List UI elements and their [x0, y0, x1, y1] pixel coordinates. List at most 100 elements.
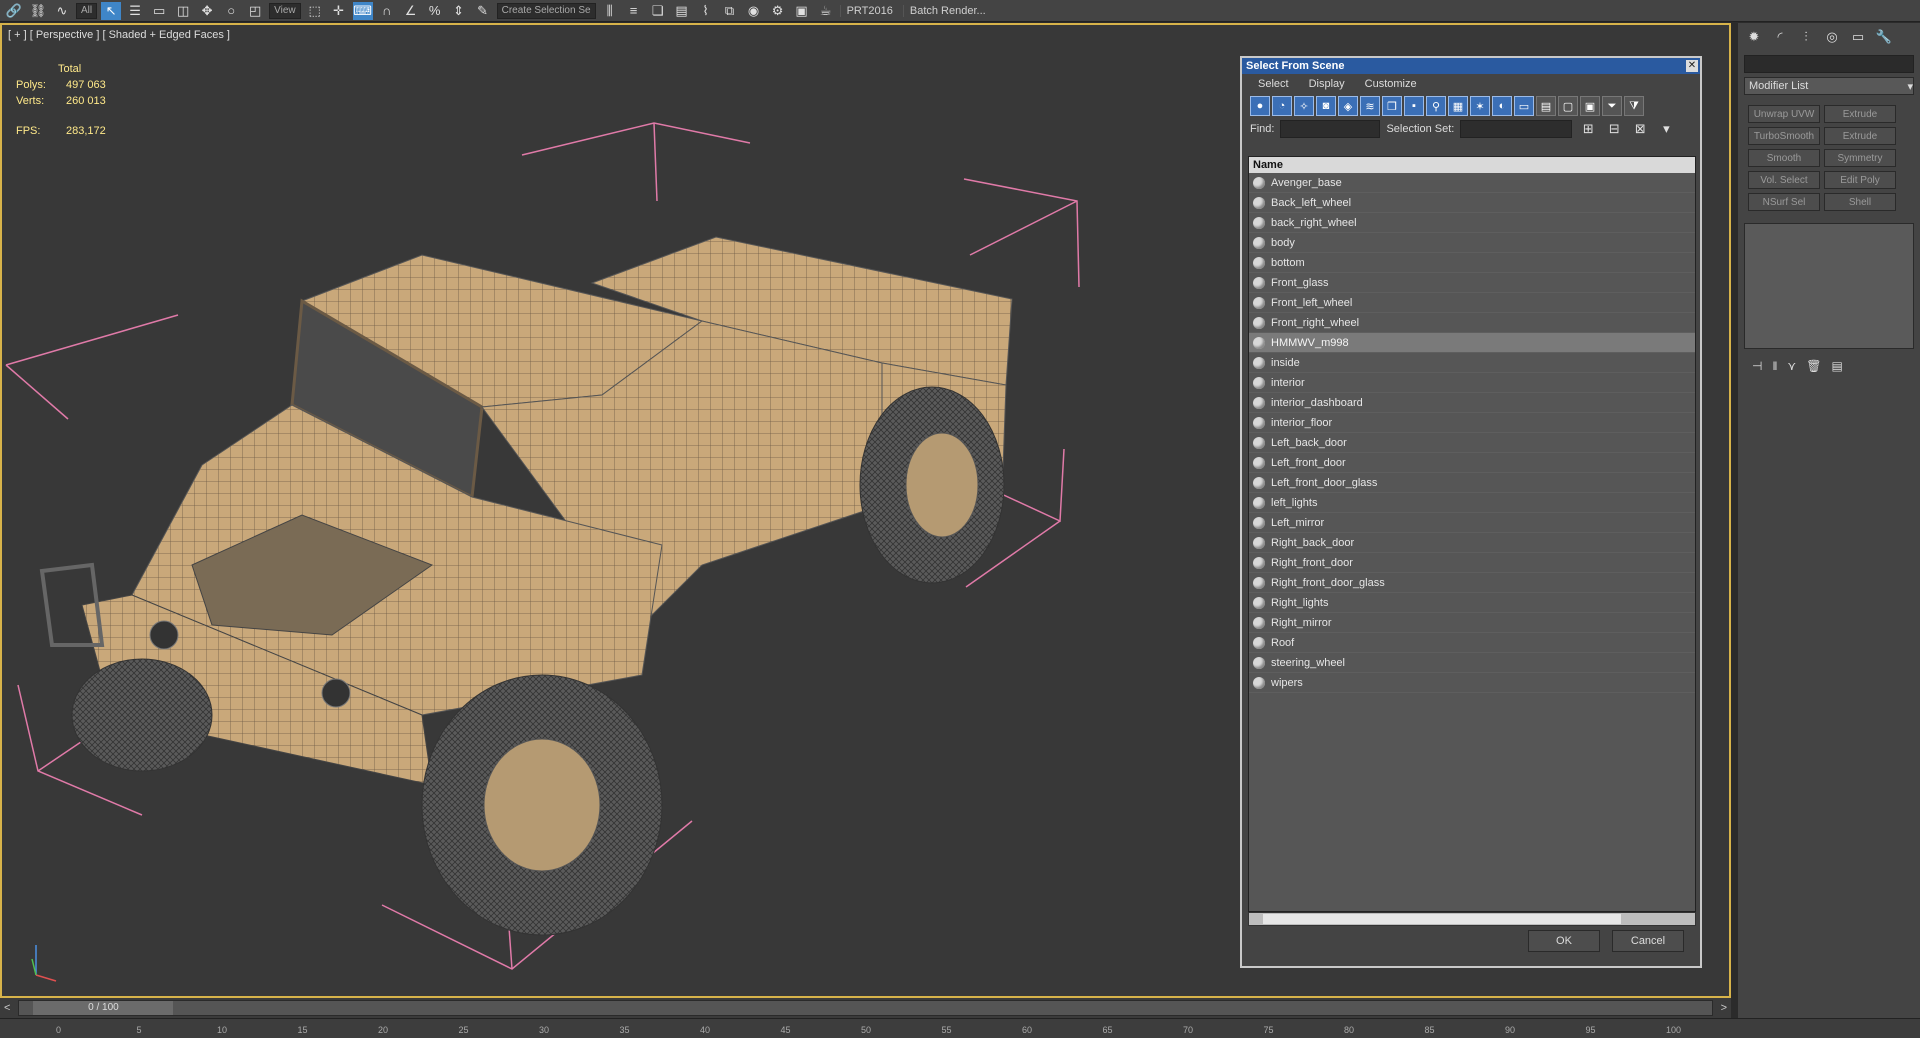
list-item[interactable]: Left_front_door_glass: [1249, 473, 1695, 493]
create-tab-icon[interactable]: ✹: [1744, 27, 1764, 47]
rect-selection-icon[interactable]: ▭: [149, 2, 169, 20]
modifier-button[interactable]: Shell: [1824, 193, 1896, 211]
bones-filter-icon[interactable]: ⚲: [1426, 96, 1446, 116]
xrefs-filter-icon[interactable]: ▪: [1404, 96, 1424, 116]
cameras-filter-icon[interactable]: ◙: [1316, 96, 1336, 116]
material-editor-icon[interactable]: ◉: [744, 2, 764, 20]
make-unique-icon[interactable]: ⋎: [1787, 359, 1796, 373]
list-item[interactable]: Left_back_door: [1249, 433, 1695, 453]
list-item[interactable]: Right_mirror: [1249, 613, 1695, 633]
object-name-field[interactable]: [1744, 55, 1914, 73]
modifier-button[interactable]: Vol. Select: [1748, 171, 1820, 189]
column-header-name[interactable]: Name: [1249, 157, 1695, 173]
manipulate-icon[interactable]: ✛: [329, 2, 349, 20]
render-setup-icon[interactable]: ⚙: [768, 2, 788, 20]
ok-button[interactable]: OK: [1528, 930, 1600, 952]
time-slider-thumb[interactable]: 0 / 100: [33, 1001, 174, 1015]
containers-filter-icon[interactable]: ▦: [1448, 96, 1468, 116]
hmmwv-model[interactable]: [39, 236, 1013, 936]
batch-render-label[interactable]: Batch Render...: [902, 4, 992, 17]
move-icon[interactable]: ✥: [197, 2, 217, 20]
named-selection-dropdown[interactable]: Create Selection Se: [496, 2, 596, 19]
list-item[interactable]: interior: [1249, 373, 1695, 393]
list-item[interactable]: HMMWV_m998: [1249, 333, 1695, 353]
show-end-result-icon[interactable]: ‖: [1772, 359, 1777, 373]
list-item[interactable]: Right_lights: [1249, 593, 1695, 613]
list-item[interactable]: back_right_wheel: [1249, 213, 1695, 233]
modifier-button[interactable]: Smooth: [1748, 149, 1820, 167]
selection-filter-dropdown[interactable]: All: [76, 2, 98, 19]
list-item[interactable]: bottom: [1249, 253, 1695, 273]
modifier-list-dropdown[interactable]: Modifier List ▾: [1744, 77, 1914, 95]
menu-customize[interactable]: Customize: [1365, 78, 1417, 90]
menu-display[interactable]: Display: [1309, 78, 1345, 90]
selection-set-add-icon[interactable]: ⊞: [1578, 120, 1598, 138]
modifier-stack[interactable]: [1744, 223, 1914, 349]
display-none-icon[interactable]: ▤: [1536, 96, 1556, 116]
geometry-filter-icon[interactable]: ●: [1250, 96, 1270, 116]
prt-label[interactable]: PRT2016: [839, 4, 899, 17]
close-icon[interactable]: ✕: [1686, 60, 1698, 72]
hidden-filter-icon[interactable]: ◐: [1492, 96, 1512, 116]
time-slider-track[interactable]: 0 / 100: [18, 1000, 1713, 1016]
motion-tab-icon[interactable]: ◎: [1822, 27, 1842, 47]
remove-modifier-icon[interactable]: 🗑: [1806, 359, 1821, 373]
pivot-icon[interactable]: ⬚: [305, 2, 325, 20]
modifier-button[interactable]: Extrude: [1824, 127, 1896, 145]
snap-toggle-icon[interactable]: ∩: [377, 2, 397, 20]
select-all-icon[interactable]: ▣: [1580, 96, 1600, 116]
dialog-titlebar[interactable]: Select From Scene ✕: [1242, 58, 1700, 74]
rotate-icon[interactable]: ○: [221, 2, 241, 20]
list-item[interactable]: interior_floor: [1249, 413, 1695, 433]
modifier-button[interactable]: TurboSmooth: [1748, 127, 1820, 145]
select-object-icon[interactable]: ↖: [101, 1, 122, 20]
filter-icon[interactable]: ⏷: [1602, 96, 1622, 116]
list-item[interactable]: Front_left_wheel: [1249, 293, 1695, 313]
schematic-view-icon[interactable]: ⧉: [720, 2, 740, 20]
display-tab-icon[interactable]: ▭: [1848, 27, 1868, 47]
utilities-tab-icon[interactable]: 🔧: [1874, 27, 1894, 47]
scrollbar-thumb[interactable]: [1263, 914, 1621, 924]
unlink-icon[interactable]: ⛓: [28, 2, 48, 20]
angle-snap-icon[interactable]: ∠: [401, 2, 421, 20]
invert-display-icon[interactable]: ▢: [1558, 96, 1578, 116]
modifier-button[interactable]: NSurf Sel: [1748, 193, 1820, 211]
list-item[interactable]: interior_dashboard: [1249, 393, 1695, 413]
next-frame-icon[interactable]: >: [1717, 1002, 1731, 1014]
list-item[interactable]: Left_mirror: [1249, 513, 1695, 533]
modify-tab-icon[interactable]: ◜: [1770, 27, 1790, 47]
align-icon[interactable]: ≡: [624, 2, 644, 20]
list-item[interactable]: body: [1249, 233, 1695, 253]
prev-frame-icon[interactable]: <: [0, 1002, 14, 1014]
list-item[interactable]: Right_back_door: [1249, 533, 1695, 553]
list-item[interactable]: Back_left_wheel: [1249, 193, 1695, 213]
chevron-down-icon[interactable]: ▾: [1656, 120, 1676, 138]
link-icon[interactable]: 🔗: [4, 2, 24, 20]
selection-set-remove-icon[interactable]: ⊟: [1604, 120, 1624, 138]
modifier-button[interactable]: Edit Poly: [1824, 171, 1896, 189]
render-icon[interactable]: ☕: [816, 2, 836, 20]
modifier-button[interactable]: Extrude: [1824, 105, 1896, 123]
horizontal-scrollbar[interactable]: [1248, 912, 1696, 926]
select-by-name-icon[interactable]: ☰: [125, 2, 145, 20]
bind-space-warp-icon[interactable]: ∿: [52, 2, 72, 20]
hierarchy-tab-icon[interactable]: ⫶: [1796, 27, 1816, 47]
list-item[interactable]: Left_front_door: [1249, 453, 1695, 473]
keyboard-shortcut-icon[interactable]: ⌨: [352, 1, 373, 20]
modifier-button[interactable]: Symmetry: [1824, 149, 1896, 167]
list-item[interactable]: Right_front_door: [1249, 553, 1695, 573]
lights-filter-icon[interactable]: ✧: [1294, 96, 1314, 116]
frozen-filter-icon[interactable]: ✶: [1470, 96, 1490, 116]
object-list[interactable]: Name Avenger_base Back_left_wheel back_rig…: [1248, 156, 1696, 912]
curve-editor-icon[interactable]: ⌇: [696, 2, 716, 20]
spinner-snap-icon[interactable]: ⇕: [449, 2, 469, 20]
list-item[interactable]: Front_glass: [1249, 273, 1695, 293]
list-item[interactable]: Right_front_door_glass: [1249, 573, 1695, 593]
edit-named-sel-icon[interactable]: ✎: [473, 2, 493, 20]
track-bar-ruler[interactable]: 0 5 10 15 20 25 30 35 40 45 50 55 60 65 70 75 80 85 90 95 10…: [0, 1018, 1920, 1038]
selection-set-dropdown[interactable]: [1460, 120, 1573, 138]
find-input[interactable]: [1280, 120, 1381, 138]
list-item[interactable]: Front_right_wheel: [1249, 313, 1695, 333]
reference-coord-dropdown[interactable]: View: [269, 2, 301, 19]
cancel-button[interactable]: Cancel: [1612, 930, 1684, 952]
